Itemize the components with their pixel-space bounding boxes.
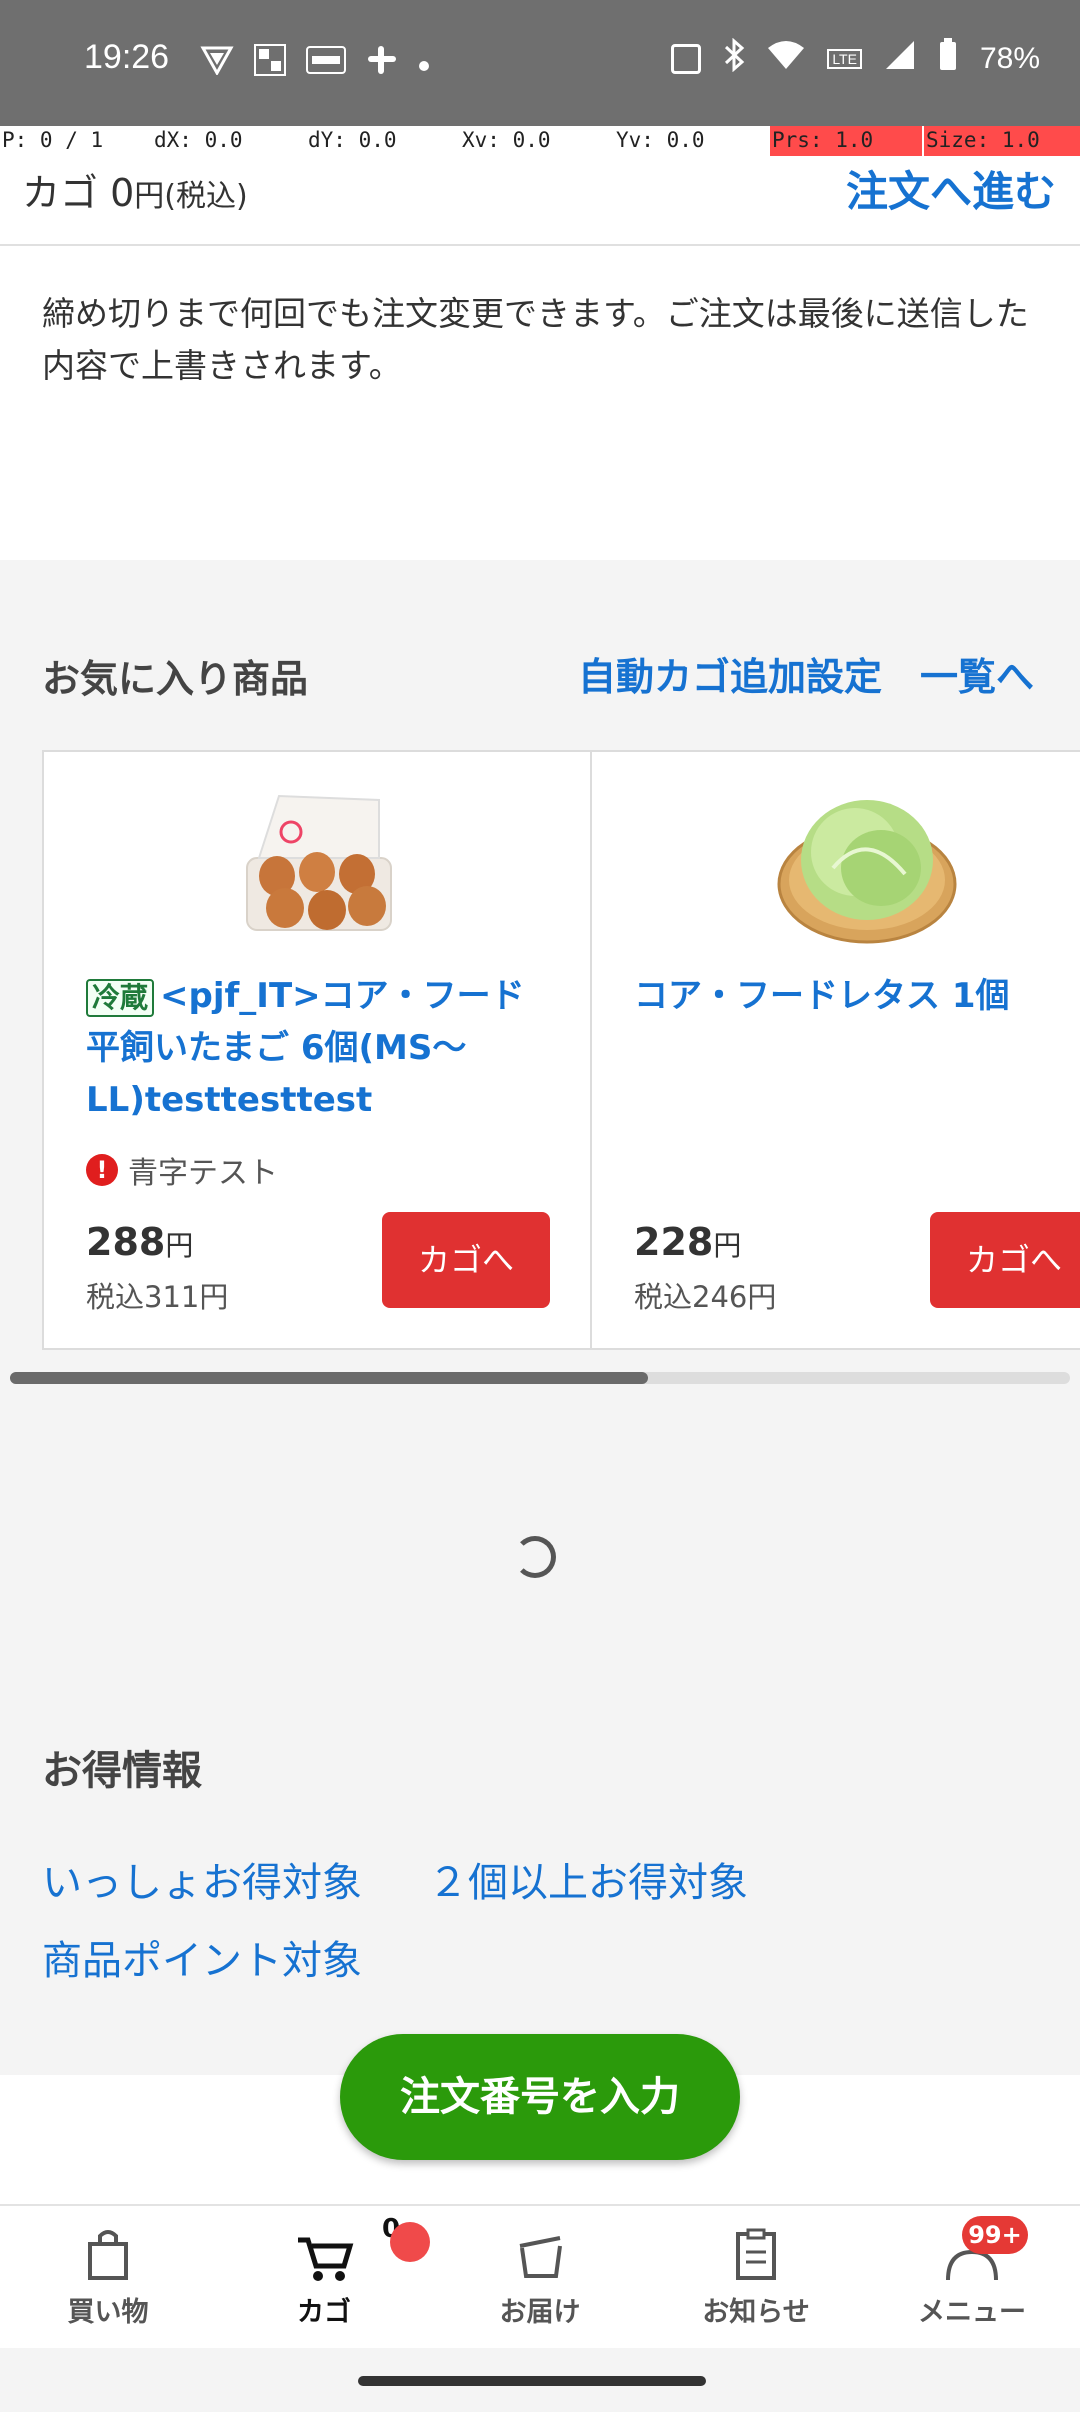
carousel-scrollbar[interactable] [10,1372,1070,1384]
vpn-icon [200,45,234,82]
price-unit: 円 [713,1229,742,1262]
price-unit: 円 [165,1229,194,1262]
home-gesture-handle[interactable] [358,2376,706,2386]
price-tax-included: 税込311円 [86,1280,229,1314]
cart-total-suffix: 円(税込) [134,179,248,214]
enter-order-number-button[interactable]: 注文番号を入力 [340,2034,740,2160]
nav-item-notices[interactable]: お知らせ [666,2224,846,2329]
gesture-bar [0,2348,1080,2412]
battery-percent: 78% [979,42,1040,75]
menu-badge: 99+ [962,2216,1028,2254]
nav-item-cart[interactable]: 0 カゴ [234,2214,414,2329]
pointer-pressure: Prs: 1.0 [770,126,922,156]
warning-text: 青字テスト [128,1156,278,1191]
pointer-dx: dX: 0.0 [154,128,243,152]
pointer-count: P: 0 / 1 [2,128,104,152]
warning-icon: ! [86,1154,118,1186]
product-name[interactable]: 冷蔵 <pjf_IT>コア・フード平飼いたまご 6個(MS〜LL)testtest… [86,970,556,1126]
refrigerated-tag: 冷蔵 [86,979,155,1017]
nav-label: お知らせ [702,2297,810,2328]
product-price: 288円 [86,1220,193,1264]
status-bar: 19:26 LTE 78% [0,0,1080,126]
slack-icon [366,44,398,83]
carousel-scrollbar-thumb[interactable] [10,1372,648,1384]
pointer-yv: Yv: 0.0 [616,128,705,152]
signal-icon [884,39,916,79]
add-to-cart-button[interactable]: カゴへ [382,1212,550,1308]
proceed-to-order-link[interactable]: 注文へ進む [846,158,1056,219]
cart-total-label: カゴ 0 [22,171,135,215]
battery-icon [938,38,958,80]
product-name[interactable]: コア・フードレタス 1個 [634,970,1080,1022]
nav-label: お届け [499,2297,581,2328]
volte-icon: LTE [827,49,862,69]
eggs-image [229,788,409,948]
favorites-carousel[interactable]: 冷蔵 <pjf_IT>コア・フード平飼いたまご 6個(MS〜LL)testtest… [42,750,1080,1350]
cart-header: カゴ 0円(税込) 注文へ進む [0,156,1080,246]
pointer-dy: dY: 0.0 [308,128,397,152]
deal-link-together[interactable]: いっしょお得対象 [42,1850,362,1908]
deal-link-points[interactable]: 商品ポイント対象 [42,1928,362,1986]
status-time: 19:26 [84,38,170,76]
nav-item-shopping[interactable]: 買い物 [18,2224,198,2329]
lettuce-image [777,788,957,948]
price-value: 228 [634,1220,714,1264]
product-warning: ! 青字テスト [86,1148,278,1192]
auto-cart-settings-link[interactable]: 自動カゴ追加設定 [578,646,882,701]
loading-spinner-icon [514,1536,556,1578]
deal-link-two-or-more[interactable]: ２個以上お得対象 [428,1850,748,1908]
uniqlo-icon [254,44,286,83]
price-tax-included: 税込246円 [634,1280,777,1314]
product-price: 228円 [634,1220,741,1264]
favorites-title: お気に入り商品 [42,657,309,701]
order-change-notice: 締め切りまで何回でも注文変更できます。ご注文は最後に送信した内容で上書きされます… [42,294,1029,385]
nfc-icon [671,44,702,74]
pointer-overlay: P: 0 / 1 dX: 0.0 dY: 0.0 Xv: 0.0 Yv: 0.0… [0,126,1080,156]
nav-item-delivery[interactable]: お届け [450,2224,630,2329]
pointer-size: Size: 1.0 [924,126,1080,156]
dot-icon [418,49,430,79]
shopping-bag-icon [78,2224,138,2284]
pointer-xv: Xv: 0.0 [462,128,551,152]
cart-icon: 0 [294,2214,400,2284]
favorites-list-link[interactable]: 一覧へ [920,646,1034,701]
nav-label: メニュー [918,2297,1026,2328]
cart-total: カゴ 0円(税込) [22,162,248,217]
nav-label: カゴ [297,2297,351,2328]
bottom-navigation: 買い物 0 カゴ お届け お知らせ メニュー [0,2204,1080,2348]
deals-title: お得情報 [42,1748,202,1794]
nav-label: 買い物 [67,2297,149,2328]
clipboard-icon [726,2224,786,2284]
wifi-icon [767,40,805,78]
delivery-box-icon [510,2224,570,2284]
product-card-lettuce[interactable]: コア・フードレタス 1個 228円 税込246円 カゴへ [590,750,1080,1350]
price-value: 288 [86,1220,166,1264]
add-to-cart-button[interactable]: カゴへ [930,1212,1080,1308]
product-card-eggs[interactable]: 冷蔵 <pjf_IT>コア・フード平飼いたまご 6個(MS〜LL)testtest… [42,750,592,1350]
bluetooth-icon [723,37,745,80]
notification-dot [390,2222,430,2262]
view-icon [306,46,346,81]
